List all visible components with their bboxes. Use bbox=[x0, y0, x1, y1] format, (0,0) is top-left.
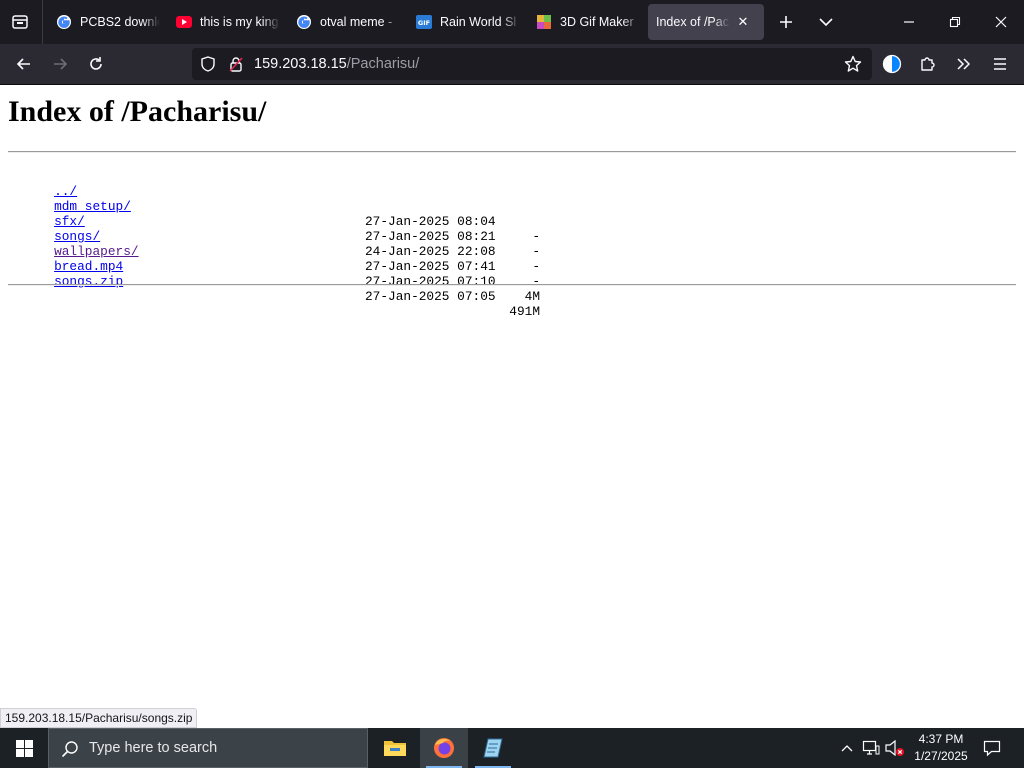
page-title: Index of /Pacharisu/ bbox=[8, 95, 267, 128]
tab-title: PCBS2 downlo bbox=[80, 15, 160, 29]
network-icon bbox=[862, 740, 880, 755]
double-chevron-right-icon bbox=[957, 58, 971, 70]
close-tab-icon[interactable]: ✕ bbox=[736, 14, 750, 30]
listing-row: mdm setup/ 27-Jan-2025 08:04 - bbox=[8, 184, 568, 244]
bookmark-star-icon[interactable] bbox=[844, 55, 862, 78]
reload-button[interactable] bbox=[80, 48, 112, 80]
minimize-button[interactable] bbox=[886, 0, 932, 44]
listing-row: songs.zip 27-Jan-2025 07:05 491M bbox=[8, 259, 568, 319]
entry-link-songs-zip[interactable]: songs.zip bbox=[54, 274, 123, 289]
page-content: Index of /Pacharisu/ ../ mdm setup/ 27-J… bbox=[0, 85, 1024, 728]
bottom-divider bbox=[8, 284, 1016, 286]
listing-row: songs/ 24-Jan-2025 22:08 - bbox=[8, 214, 568, 274]
entry-date: 27-Jan-2025 07:10 bbox=[365, 274, 496, 289]
hamburger-menu-icon bbox=[994, 58, 1006, 70]
system-clock[interactable]: 4:37 PM 1/27/2025 bbox=[910, 731, 972, 765]
url-path: /Pacharisu/ bbox=[346, 56, 420, 72]
top-divider bbox=[8, 151, 1016, 153]
notepad-icon bbox=[483, 738, 503, 758]
clock-time: 4:37 PM bbox=[918, 732, 964, 746]
minimize-icon bbox=[904, 21, 914, 23]
overflow-button[interactable] bbox=[948, 48, 980, 80]
svg-text:GIF: GIF bbox=[418, 19, 430, 27]
volume-muted-icon bbox=[885, 740, 904, 756]
listing-row: ../ bbox=[8, 169, 568, 199]
shield-icon[interactable] bbox=[200, 56, 216, 77]
entry-date: 27-Jan-2025 07:05 bbox=[365, 289, 496, 304]
youtube-icon bbox=[176, 14, 192, 30]
url-text[interactable]: 159.203.18.15/Pacharisu/ bbox=[254, 56, 419, 72]
reload-icon bbox=[90, 57, 102, 70]
taskbar-search-box[interactable]: Type here to search bbox=[48, 728, 368, 768]
list-all-tabs-button[interactable] bbox=[810, 0, 842, 44]
url-host: 159.203.18.15 bbox=[254, 56, 347, 72]
search-icon bbox=[61, 740, 79, 763]
tab-strip-divider bbox=[42, 0, 43, 44]
volume-button[interactable] bbox=[884, 728, 906, 768]
restore-icon bbox=[949, 16, 961, 28]
tab-title: this is my king bbox=[200, 15, 279, 29]
close-window-button[interactable] bbox=[978, 0, 1024, 44]
tab-rain-world[interactable]: GIF Rain World Sl bbox=[408, 4, 528, 40]
network-status-button[interactable] bbox=[860, 728, 882, 768]
folder-icon bbox=[384, 741, 406, 756]
tab-title: 3D Gif Maker bbox=[560, 15, 634, 29]
tab-youtube-video[interactable]: this is my king bbox=[168, 4, 288, 40]
close-icon bbox=[995, 16, 1007, 28]
tab-index-of-pacharisu[interactable]: Index of /Pacha ✕ bbox=[648, 4, 764, 40]
tab-title: Rain World Sl bbox=[440, 15, 517, 29]
app-menu-button[interactable] bbox=[984, 48, 1016, 80]
address-bar[interactable]: 159.203.18.15/Pacharisu/ bbox=[192, 48, 872, 80]
arrow-left-icon bbox=[16, 58, 30, 70]
link-status-tooltip: 159.203.18.15/Pacharisu/songs.zip bbox=[0, 708, 198, 728]
tab-3d-gif-maker[interactable]: 3D Gif Maker bbox=[528, 4, 648, 40]
arrow-right-icon bbox=[54, 58, 68, 70]
windows-taskbar: Type here to search 4:37 PM 1/27/2025 bbox=[0, 728, 1024, 768]
tab-otval-meme[interactable]: otval meme - bbox=[288, 4, 408, 40]
show-hidden-icons-button[interactable] bbox=[836, 728, 858, 768]
account-icon bbox=[882, 54, 902, 74]
listing-row: wallpapers/ 27-Jan-2025 07:41 - bbox=[8, 229, 568, 289]
new-tab-button[interactable] bbox=[770, 0, 802, 44]
chevron-up-icon bbox=[841, 745, 853, 752]
search-placeholder: Type here to search bbox=[89, 740, 218, 756]
google-g-icon bbox=[56, 14, 72, 30]
listing-row: sfx/ 27-Jan-2025 08:21 - bbox=[8, 199, 568, 259]
tab-title: otval meme - bbox=[320, 15, 393, 29]
navigation-toolbar: 159.203.18.15/Pacharisu/ bbox=[0, 44, 1024, 85]
plus-icon bbox=[780, 16, 792, 28]
notification-center-icon bbox=[983, 740, 1001, 757]
firefox-taskbar-button[interactable] bbox=[420, 728, 468, 768]
chevron-down-icon bbox=[819, 18, 833, 27]
windows-logo-icon bbox=[15, 739, 33, 757]
gif-icon: GIF bbox=[416, 14, 432, 30]
file-explorer-button[interactable] bbox=[371, 728, 419, 768]
directory-listing: ../ mdm setup/ 27-Jan-2025 08:04 - sfx/ … bbox=[8, 169, 568, 319]
tab-title: Index of /Pacha bbox=[656, 15, 730, 29]
forward-button[interactable] bbox=[44, 48, 76, 80]
notifications-button[interactable] bbox=[976, 728, 1008, 768]
firefox-icon bbox=[434, 738, 454, 758]
puzzle-favicon bbox=[536, 14, 552, 30]
extensions-button[interactable] bbox=[912, 48, 944, 80]
puzzle-piece-icon bbox=[921, 57, 935, 71]
clock-date: 1/27/2025 bbox=[914, 749, 968, 763]
back-button[interactable] bbox=[8, 48, 40, 80]
listing-row: bread.mp4 27-Jan-2025 07:10 4M bbox=[8, 244, 568, 304]
notepad-taskbar-button[interactable] bbox=[469, 728, 517, 768]
insecure-lock-icon[interactable] bbox=[228, 56, 244, 77]
tab-strip: PCBS2 downlo this is my king otval meme … bbox=[0, 0, 1024, 44]
start-button[interactable] bbox=[0, 728, 48, 768]
firefox-view-button[interactable] bbox=[0, 0, 40, 44]
google-g-icon bbox=[296, 14, 312, 30]
tab-pcbs2[interactable]: PCBS2 downlo bbox=[48, 4, 168, 40]
account-button[interactable] bbox=[876, 48, 908, 80]
firefox-view-icon bbox=[12, 15, 28, 29]
entry-size: 491M bbox=[509, 304, 540, 319]
restore-button[interactable] bbox=[932, 0, 978, 44]
